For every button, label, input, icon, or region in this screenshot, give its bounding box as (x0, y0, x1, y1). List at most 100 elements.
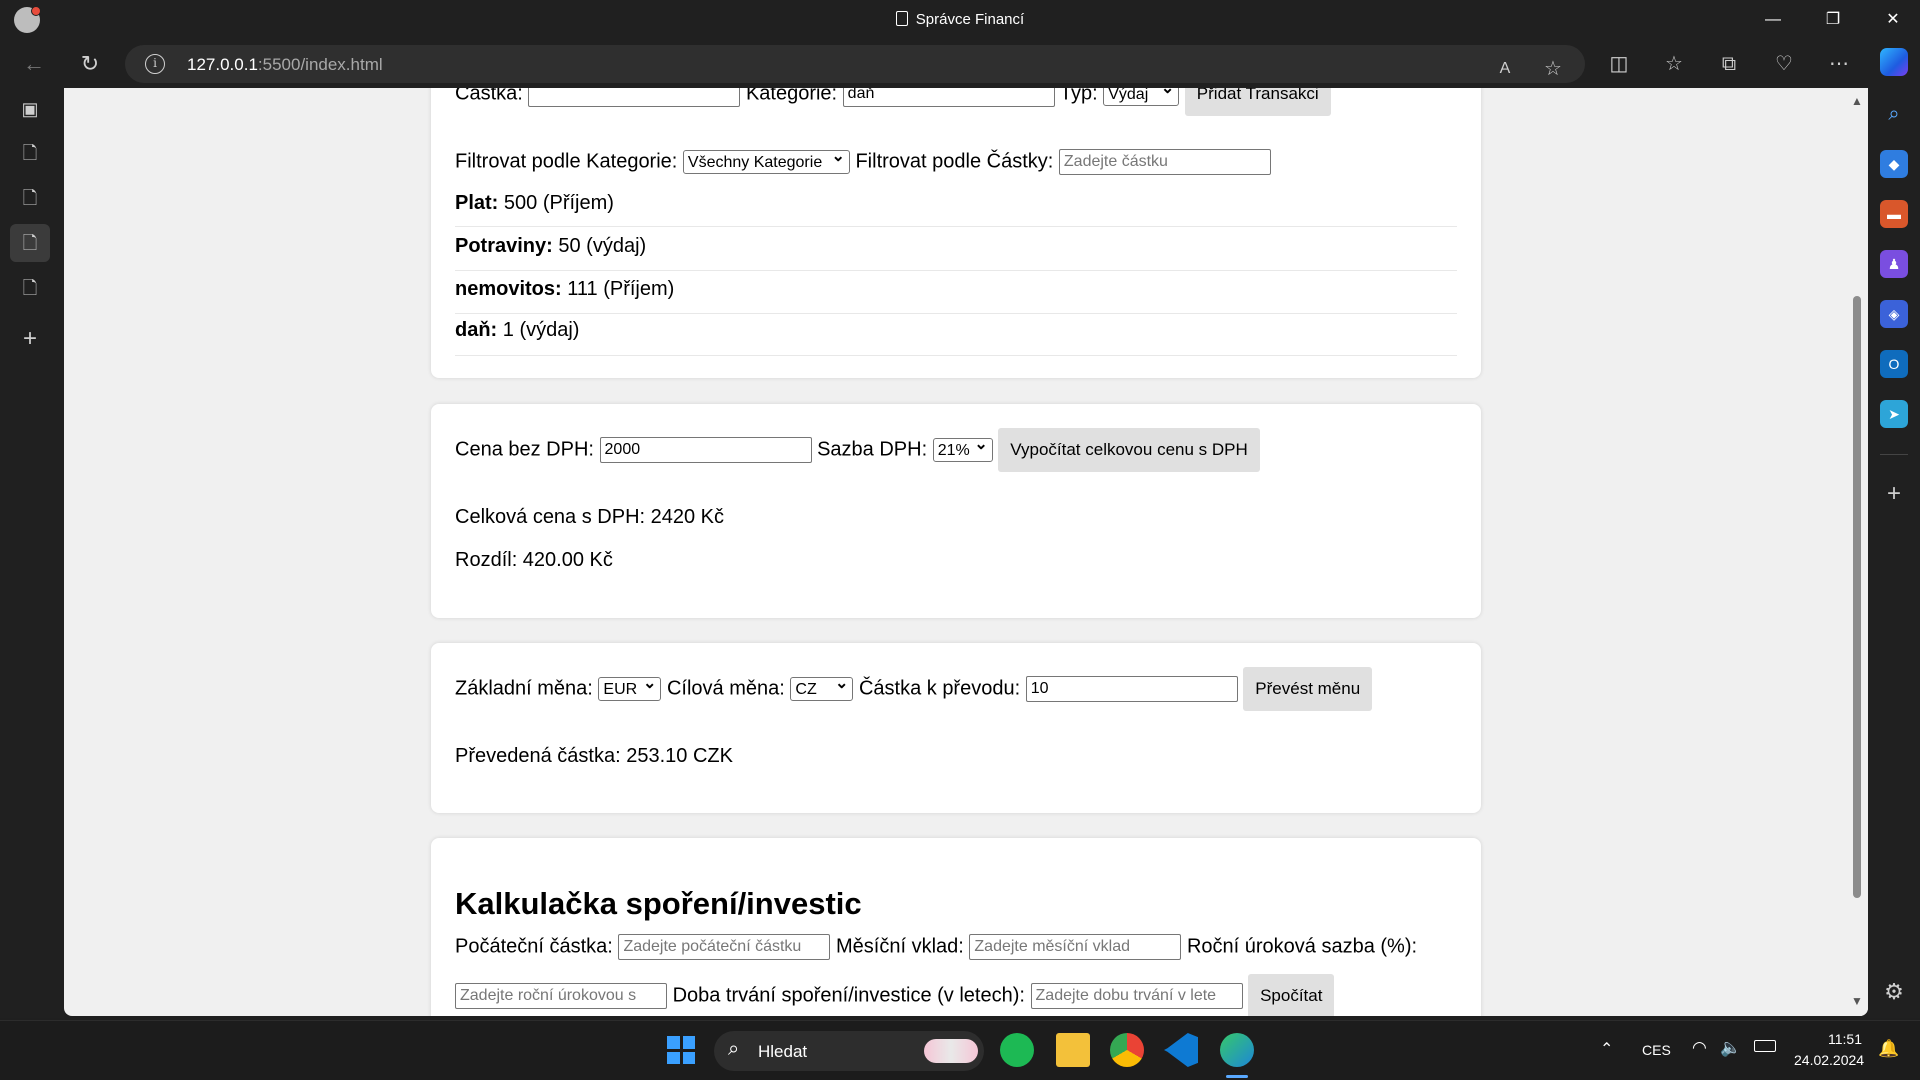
vscode-icon[interactable] (1164, 1033, 1198, 1067)
tab-actions-icon[interactable]: ▣ (10, 90, 50, 128)
clock-date[interactable]: 24.02.2024 (1794, 1052, 1864, 1068)
edge-sidebar: ⌕ ◆ ▬ ♟ ◈ O ➤ + ⚙ (1868, 88, 1920, 1018)
tray-overflow-icon[interactable]: ⌃ (1600, 1039, 1613, 1059)
annual-rate-label: Roční úroková sazba (%): (1186, 935, 1418, 958)
notification-bell-icon[interactable]: 🔔 (1878, 1039, 1899, 1059)
savings-input-row-2: Doba trvání spoření/investice (v letech)… (455, 974, 1335, 1016)
restore-button[interactable]: ❐ (1805, 0, 1861, 40)
window-title: Správce Financí (0, 11, 1920, 28)
price-without-vat-input[interactable] (599, 437, 812, 463)
amount-input[interactable] (528, 88, 741, 107)
transaction-row: Plat: 500 (Příjem) (455, 186, 1457, 227)
savings-heading: Kalkulačka spoření/investic (455, 886, 862, 921)
transaction-name: Plat: (455, 192, 499, 214)
split-screen-icon[interactable]: ◫ (1605, 50, 1633, 78)
language-indicator[interactable]: CES (1642, 1042, 1671, 1058)
tab-page-2[interactable]: 🗋 (10, 179, 50, 217)
vat-rate-label: Sazba DPH: (817, 438, 928, 461)
minimize-button[interactable]: — (1745, 0, 1801, 40)
more-menu-icon[interactable]: ⋯ (1825, 50, 1853, 78)
calculate-savings-button[interactable]: Spočítat (1248, 974, 1335, 1016)
send-icon[interactable]: ➤ (1880, 400, 1908, 428)
price-without-vat-label: Cena bez DPH: (455, 438, 594, 461)
new-tab-button[interactable]: + (10, 320, 50, 358)
transaction-row: Potraviny: 50 (výdaj) (455, 228, 1457, 271)
monthly-deposit-label: Měsíční vklad: (836, 935, 964, 958)
spotify-icon[interactable] (1000, 1033, 1034, 1067)
url-text[interactable]: 127.0.0.1:5500/index.html (187, 55, 383, 75)
add-sidebar-app-icon[interactable]: + (1880, 480, 1908, 508)
chrome-icon[interactable] (1110, 1033, 1144, 1067)
type-label: Typ: (1059, 88, 1098, 105)
favorite-star-icon[interactable]: ☆ (1539, 55, 1567, 83)
monthly-deposit-input[interactable] (969, 934, 1182, 960)
tab-page-1[interactable]: 🗋 (10, 134, 50, 172)
games-icon[interactable]: ♟ (1880, 250, 1908, 278)
close-button[interactable]: ✕ (1865, 0, 1920, 40)
search-icon: ⌕ (728, 1038, 740, 1060)
edge-icon[interactable] (1220, 1033, 1254, 1067)
battery-icon[interactable] (1754, 1040, 1776, 1052)
copilot-icon[interactable] (1880, 48, 1908, 76)
converted-amount-result: Převedená částka: 253.10 CZK (455, 745, 733, 767)
transaction-detail: 50 (výdaj) (558, 235, 647, 257)
vat-input-row: Cena bez DPH: Sazba DPH: 21% Vypočítat c… (455, 428, 1260, 472)
tab-page-3-active[interactable]: 🗋 (10, 224, 50, 262)
windows-taskbar: ⌕ Hledat ⌃ CES ◠ 🔈 11:51 24.02.2024 🔔 (0, 1020, 1920, 1080)
url-field[interactable]: i 127.0.0.1:5500/index.html A ☆ (125, 45, 1585, 83)
page-scrollbar[interactable]: ▲ ▼ (1846, 88, 1868, 1016)
duration-input[interactable] (1030, 983, 1243, 1009)
scrollbar-thumb[interactable] (1853, 296, 1861, 898)
shopping-tag-icon[interactable]: ◆ (1880, 150, 1908, 178)
page-icon (895, 11, 908, 26)
file-explorer-icon[interactable] (1056, 1033, 1090, 1067)
savings-calculator-card: Kalkulačka spoření/investic Počáteční čá… (431, 838, 1481, 1016)
convert-currency-button[interactable]: Převést měnu (1243, 667, 1373, 711)
filter-amount-input[interactable] (1058, 149, 1271, 175)
settings-gear-icon[interactable]: ⚙ (1880, 978, 1908, 1006)
vat-rate-select[interactable]: 21% (932, 434, 993, 462)
target-currency-select[interactable]: CZ (790, 673, 854, 701)
add-transaction-button[interactable]: Přidat Transakci (1184, 88, 1331, 116)
outlook-icon[interactable]: O (1880, 350, 1908, 378)
vertical-tabs-sidebar: ▣ 🗋 🗋 🗋 🗋 + (0, 88, 64, 1018)
volume-icon[interactable]: 🔈 (1720, 1038, 1741, 1058)
transaction-row: daň: 1 (výdaj) (455, 314, 1457, 356)
taskbar-search[interactable]: ⌕ Hledat (714, 1031, 984, 1071)
browser-essentials-icon[interactable]: ♡ (1770, 50, 1798, 78)
transactions-card: Částka: Kategorie: Typ: Výdaj Přidat Tra… (431, 88, 1481, 378)
clock-time[interactable]: 11:51 (1828, 1031, 1862, 1047)
back-button[interactable]: ← (16, 46, 52, 82)
wifi-icon[interactable]: ◠ (1692, 1038, 1707, 1058)
scroll-down-arrow[interactable]: ▼ (1851, 994, 1863, 1008)
tools-icon[interactable]: ▬ (1880, 200, 1908, 228)
start-windows-icon[interactable] (664, 1033, 698, 1067)
tab-page-4[interactable]: 🗋 (10, 269, 50, 307)
copilot-sidebar-icon[interactable]: ◈ (1880, 300, 1908, 328)
collections-icon[interactable]: ⧉ (1715, 50, 1743, 78)
base-currency-select[interactable]: EUR (598, 673, 662, 701)
scroll-up-arrow[interactable]: ▲ (1851, 94, 1863, 108)
filter-category-select[interactable]: Všechny Kategorie (682, 146, 850, 174)
type-select[interactable]: Výdaj (1103, 88, 1180, 106)
taskbar-search-label: Hledat (758, 1042, 808, 1061)
calculate-vat-button[interactable]: Vypočítat celkovou cenu s DPH (998, 428, 1260, 472)
category-input[interactable] (842, 88, 1055, 107)
conversion-amount-input[interactable] (1025, 676, 1238, 702)
favorites-icon[interactable]: ☆ (1660, 50, 1688, 78)
initial-amount-input[interactable] (618, 934, 831, 960)
site-info-icon[interactable]: i (145, 54, 165, 74)
filter-row: Filtrovat podle Kategorie: Všechny Kateg… (455, 146, 1271, 175)
sidebar-divider (1880, 454, 1908, 455)
refresh-button[interactable]: ↻ (72, 46, 108, 82)
filter-amount-label: Filtrovat podle Částky: (855, 150, 1054, 173)
address-bar: ← ↻ i 127.0.0.1:5500/index.html A ☆ ◫ ☆ … (0, 40, 1920, 88)
window-title-text: Správce Financí (915, 11, 1025, 28)
read-aloud-icon[interactable]: A (1491, 55, 1519, 83)
search-icon[interactable]: ⌕ (1880, 100, 1908, 128)
transaction-detail: 111 (Příjem) (567, 278, 675, 300)
base-currency-label: Základní měna: (455, 677, 593, 700)
vat-total-result: Celková cena s DPH: 2420 Kč (455, 506, 725, 528)
annual-rate-input[interactable] (455, 983, 667, 1009)
search-highlight-image (924, 1039, 978, 1063)
